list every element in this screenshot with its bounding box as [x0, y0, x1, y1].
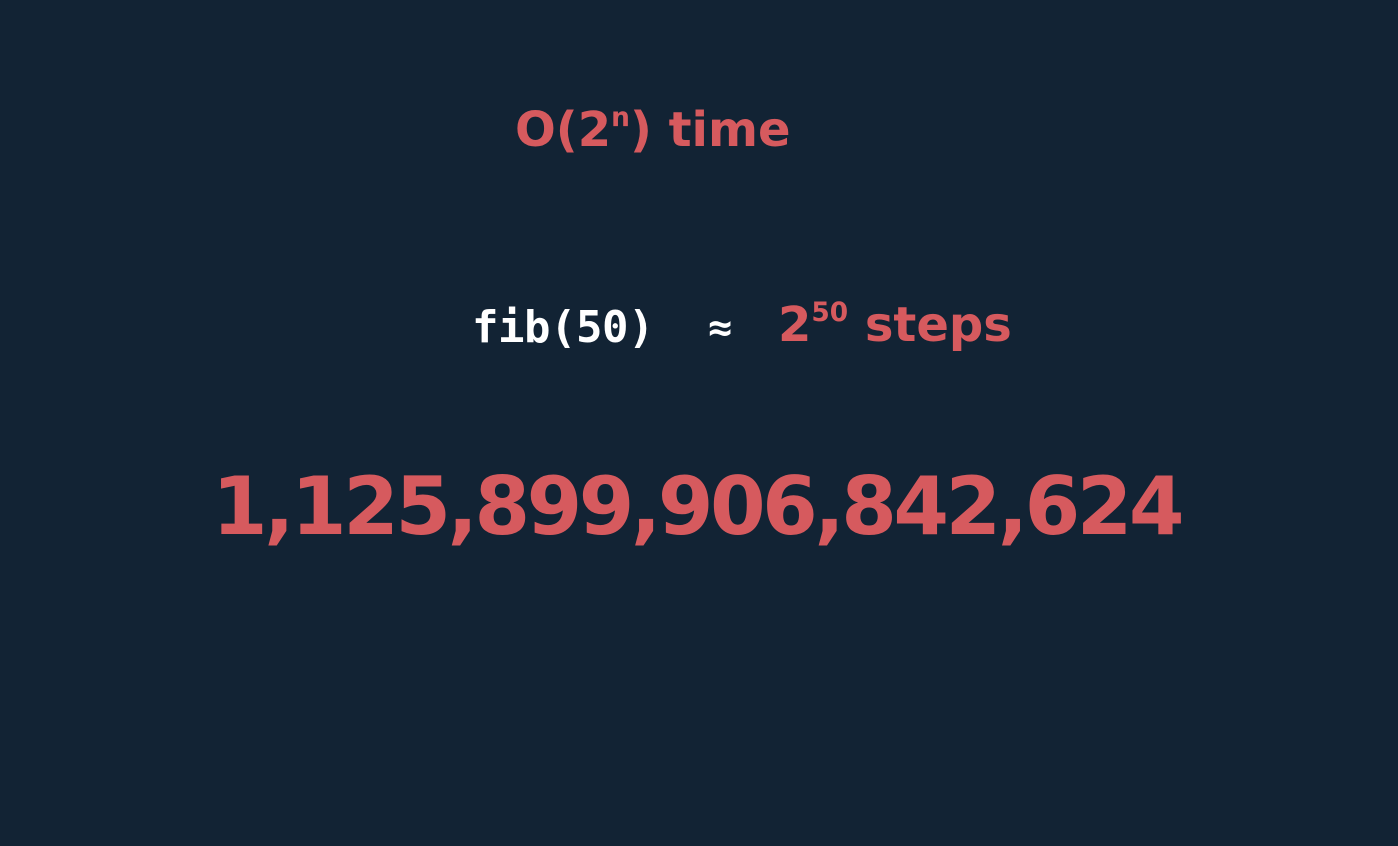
steps-base: 2 [778, 297, 812, 353]
steps-unit: steps [864, 297, 1012, 353]
fib-call-code: fib(50) [472, 302, 654, 353]
result-number: 1,125,899,906,842,624 [212, 460, 1185, 553]
approx-symbol: ≈ [708, 305, 733, 351]
complexity-heading: O(2n) time [515, 100, 791, 168]
complexity-exponent: n [611, 102, 630, 134]
steps-exponent: 50 [811, 297, 849, 329]
complexity-prefix: O(2 [515, 102, 612, 158]
steps-expression: 250 steps [778, 292, 1012, 366]
complexity-suffix: ) time [629, 102, 791, 158]
